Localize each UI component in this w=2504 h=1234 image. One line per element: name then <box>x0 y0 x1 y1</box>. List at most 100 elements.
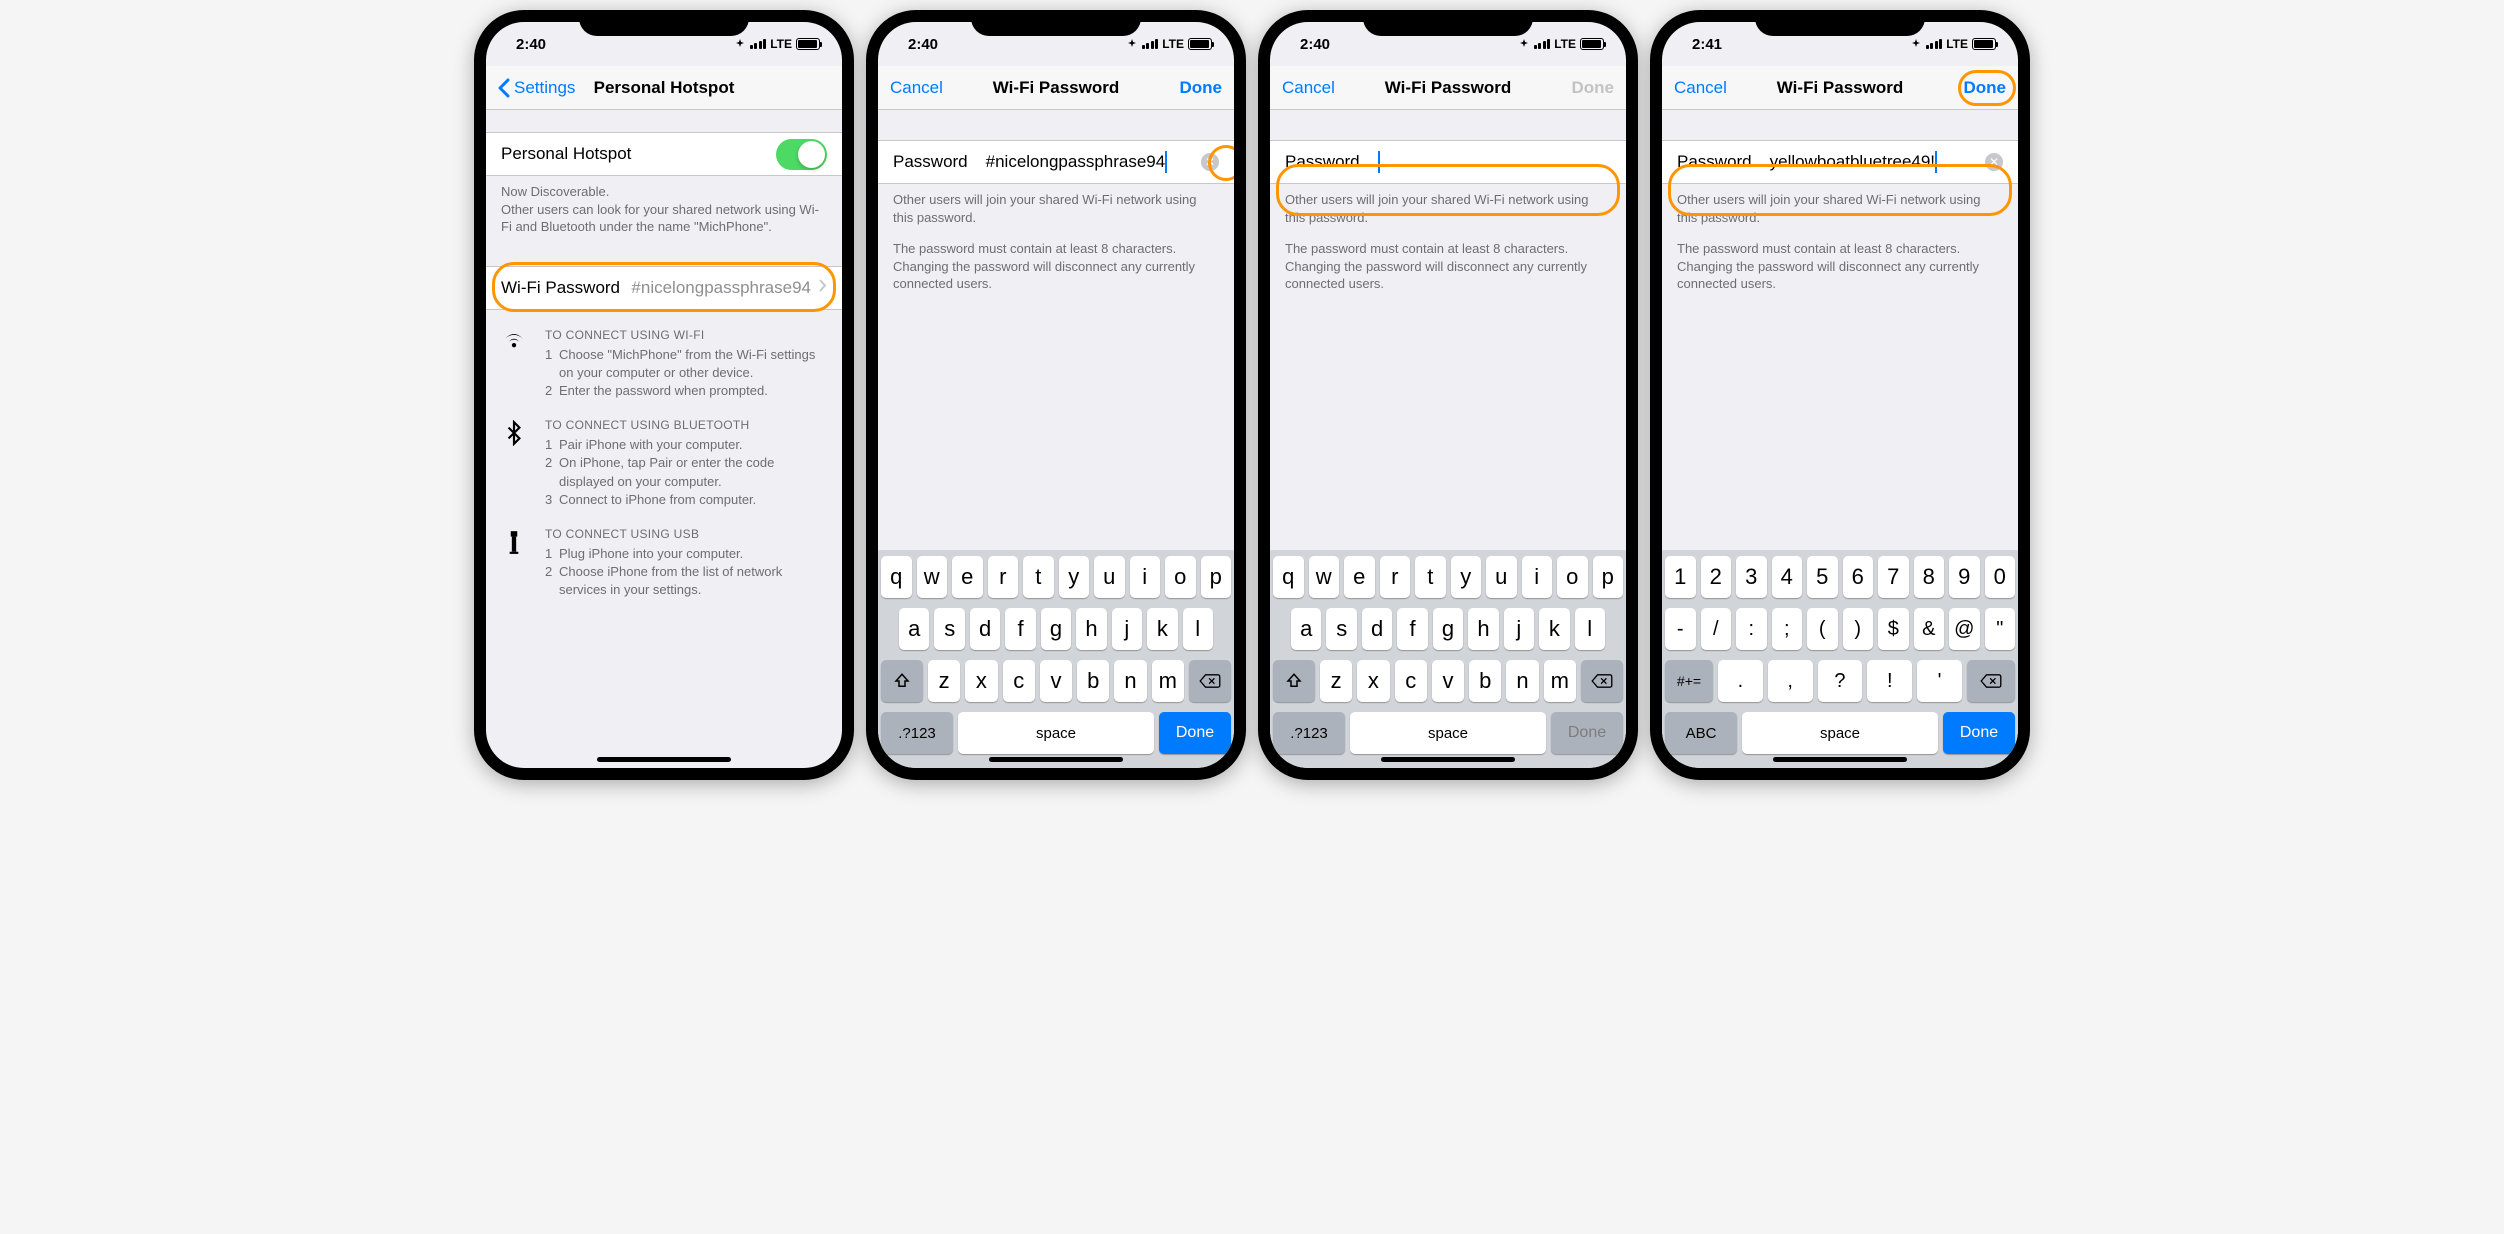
key-k[interactable]: k <box>1147 608 1177 650</box>
clear-icon[interactable]: ✕ <box>1201 153 1219 171</box>
key-a[interactable]: a <box>899 608 929 650</box>
key-/[interactable]: / <box>1701 608 1732 650</box>
key-d[interactable]: d <box>970 608 1000 650</box>
key-r[interactable]: r <box>1380 556 1411 598</box>
key-z[interactable]: z <box>928 660 960 702</box>
space-key[interactable]: space <box>1742 712 1938 754</box>
sym-mode-key[interactable]: #+= <box>1665 660 1713 702</box>
cancel-button[interactable]: Cancel <box>1674 78 1727 98</box>
home-indicator[interactable] <box>1773 757 1907 762</box>
key-e[interactable]: e <box>952 556 983 598</box>
home-indicator[interactable] <box>597 757 731 762</box>
key-m[interactable]: m <box>1544 660 1576 702</box>
key-x[interactable]: x <box>1357 660 1389 702</box>
abc-key[interactable]: ABC <box>1665 712 1737 754</box>
key-m[interactable]: m <box>1152 660 1184 702</box>
password-input[interactable]: yellowboatbluetree49! <box>1770 151 1967 173</box>
key-.[interactable]: . <box>1718 660 1763 702</box>
key-r[interactable]: r <box>988 556 1019 598</box>
key-u[interactable]: u <box>1486 556 1517 598</box>
key-4[interactable]: 4 <box>1772 556 1803 598</box>
cancel-button[interactable]: Cancel <box>1282 78 1335 98</box>
home-indicator[interactable] <box>989 757 1123 762</box>
key-@[interactable]: @ <box>1949 608 1980 650</box>
key-$[interactable]: $ <box>1878 608 1909 650</box>
key-3[interactable]: 3 <box>1736 556 1767 598</box>
password-input[interactable]: #nicelongpassphrase94 <box>986 151 1183 173</box>
key-p[interactable]: p <box>1201 556 1232 598</box>
back-button[interactable]: Settings <box>498 78 575 98</box>
key-c[interactable]: c <box>1395 660 1427 702</box>
key-6[interactable]: 6 <box>1843 556 1874 598</box>
key-?[interactable]: ? <box>1818 660 1863 702</box>
key-5[interactable]: 5 <box>1807 556 1838 598</box>
key-e[interactable]: e <box>1344 556 1375 598</box>
key-7[interactable]: 7 <box>1878 556 1909 598</box>
space-key[interactable]: space <box>1350 712 1546 754</box>
key-p[interactable]: p <box>1593 556 1624 598</box>
key-'[interactable]: ' <box>1917 660 1962 702</box>
key-n[interactable]: n <box>1506 660 1538 702</box>
key-f[interactable]: f <box>1005 608 1035 650</box>
key-"[interactable]: " <box>1985 608 2016 650</box>
key-t[interactable]: t <box>1415 556 1446 598</box>
space-key[interactable]: space <box>958 712 1154 754</box>
key-&[interactable]: & <box>1914 608 1945 650</box>
key-a[interactable]: a <box>1291 608 1321 650</box>
key-v[interactable]: v <box>1040 660 1072 702</box>
key-i[interactable]: i <box>1130 556 1161 598</box>
key-w[interactable]: w <box>917 556 948 598</box>
cancel-button[interactable]: Cancel <box>890 78 943 98</box>
key-y[interactable]: y <box>1451 556 1482 598</box>
hotspot-toggle-row[interactable]: Personal Hotspot <box>486 132 842 176</box>
key-![interactable]: ! <box>1867 660 1912 702</box>
mode-key[interactable]: .?123 <box>1273 712 1345 754</box>
key-v[interactable]: v <box>1432 660 1464 702</box>
key-b[interactable]: b <box>1469 660 1501 702</box>
key--[interactable]: - <box>1665 608 1696 650</box>
key-s[interactable]: s <box>1326 608 1356 650</box>
key-;[interactable]: ; <box>1772 608 1803 650</box>
kb-done-key[interactable]: Done <box>1159 712 1231 754</box>
key-h[interactable]: h <box>1076 608 1106 650</box>
key-)[interactable]: ) <box>1843 608 1874 650</box>
key-t[interactable]: t <box>1023 556 1054 598</box>
mode-key[interactable]: .?123 <box>881 712 953 754</box>
key-z[interactable]: z <box>1320 660 1352 702</box>
done-button[interactable]: Done <box>1964 78 2007 98</box>
key-s[interactable]: s <box>934 608 964 650</box>
key-0[interactable]: 0 <box>1985 556 2016 598</box>
delete-key[interactable] <box>1581 660 1623 702</box>
toggle-switch-icon[interactable] <box>776 139 827 170</box>
key-l[interactable]: l <box>1575 608 1605 650</box>
key-8[interactable]: 8 <box>1914 556 1945 598</box>
key-o[interactable]: o <box>1557 556 1588 598</box>
delete-key[interactable] <box>1189 660 1231 702</box>
home-indicator[interactable] <box>1381 757 1515 762</box>
key-i[interactable]: i <box>1522 556 1553 598</box>
key-l[interactable]: l <box>1183 608 1213 650</box>
key-n[interactable]: n <box>1114 660 1146 702</box>
key-g[interactable]: g <box>1433 608 1463 650</box>
key-:[interactable]: : <box>1736 608 1767 650</box>
key-q[interactable]: q <box>1273 556 1304 598</box>
key-1[interactable]: 1 <box>1665 556 1696 598</box>
key-q[interactable]: q <box>881 556 912 598</box>
wifi-password-row[interactable]: Wi-Fi Password #nicelongpassphrase94 <box>486 266 842 310</box>
key-k[interactable]: k <box>1539 608 1569 650</box>
key-u[interactable]: u <box>1094 556 1125 598</box>
key-g[interactable]: g <box>1041 608 1071 650</box>
key-j[interactable]: j <box>1112 608 1142 650</box>
password-input-empty[interactable] <box>1378 151 1611 173</box>
key-c[interactable]: c <box>1003 660 1035 702</box>
key-y[interactable]: y <box>1059 556 1090 598</box>
done-button[interactable]: Done <box>1180 78 1223 98</box>
key-o[interactable]: o <box>1165 556 1196 598</box>
key-9[interactable]: 9 <box>1949 556 1980 598</box>
shift-key[interactable] <box>881 660 923 702</box>
key-b[interactable]: b <box>1077 660 1109 702</box>
key-x[interactable]: x <box>965 660 997 702</box>
key-f[interactable]: f <box>1397 608 1427 650</box>
key-,[interactable]: , <box>1768 660 1813 702</box>
shift-key[interactable] <box>1273 660 1315 702</box>
